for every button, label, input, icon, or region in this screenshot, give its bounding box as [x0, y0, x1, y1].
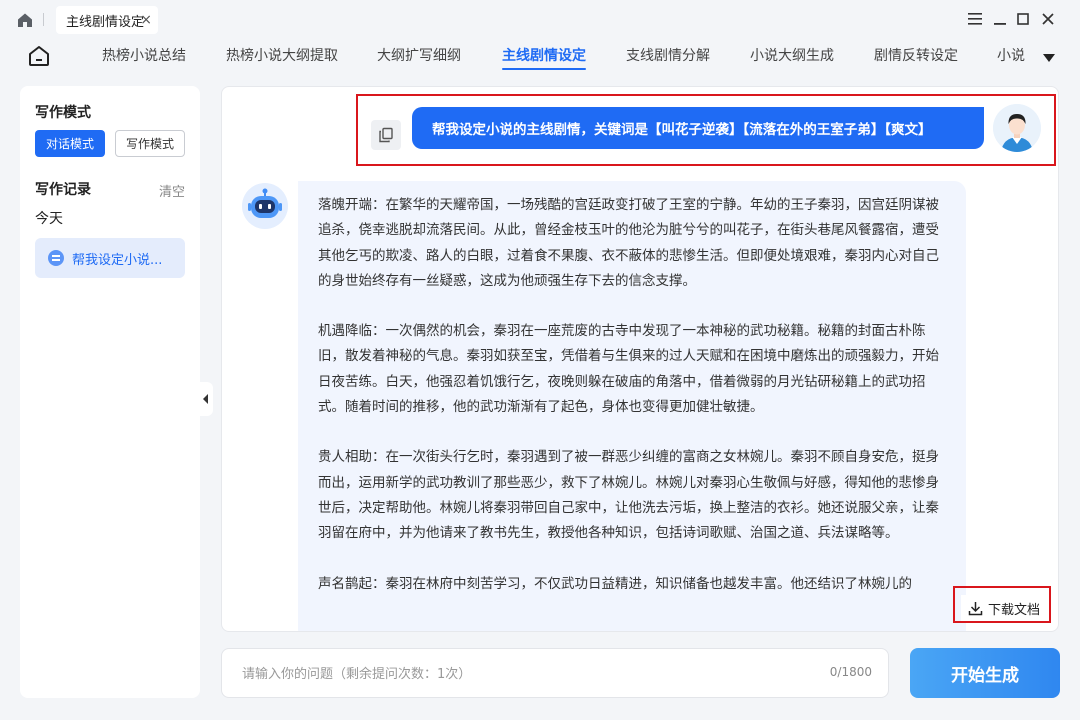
chat-bubble-icon: [48, 250, 64, 266]
write-mode-button[interactable]: 写作模式: [115, 130, 185, 157]
home-icon[interactable]: [27, 44, 51, 68]
tab-outline-expand[interactable]: 大纲扩写细纲: [377, 46, 461, 70]
tab-main-plot[interactable]: 主线剧情设定: [502, 46, 586, 70]
feature-nav: 热榜小说总结 热榜小说大纲提取 大纲扩写细纲 主线剧情设定 支线剧情分解 小说大…: [0, 38, 1080, 78]
chat-mode-button[interactable]: 对话模式: [35, 130, 105, 157]
assistant-avatar: [242, 183, 288, 229]
chat-panel: 帮我设定小说的主线剧情，关键词是【叫花子逆袭】【流落在外的王室子弟】【爽文】 落…: [221, 86, 1059, 632]
close-tab-icon[interactable]: ×: [140, 12, 152, 28]
writing-mode-title: 写作模式: [35, 105, 91, 121]
home-icon[interactable]: [16, 11, 34, 29]
highlight-box-user-message: [356, 94, 1056, 166]
sidebar: 写作模式 对话模式 写作模式 写作记录 清空 今天 帮我设定小说...: [20, 86, 200, 698]
assistant-answer: 落魄开端：在繁华的天耀帝国，一场残酷的宫廷政变打破了王室的宁静。年幼的王子秦羽，…: [298, 181, 966, 631]
highlight-box-download: [953, 586, 1051, 623]
tab-subplot[interactable]: 支线剧情分解: [626, 46, 710, 70]
tab-more-novel[interactable]: 小说: [997, 46, 1025, 70]
nav-tabs: 热榜小说总结 热榜小说大纲提取 大纲扩写细纲 主线剧情设定 支线剧情分解 小说大…: [84, 38, 1030, 78]
question-input[interactable]: [242, 663, 802, 685]
history-item[interactable]: 帮我设定小说...: [35, 238, 185, 278]
document-tab-label: 主线剧情设定: [66, 14, 145, 30]
start-generate-button[interactable]: 开始生成: [910, 648, 1060, 698]
title-bar: 主线剧情设定 ×: [0, 0, 1080, 38]
history-item-label: 帮我设定小说...: [72, 252, 163, 268]
tab-novel-outline[interactable]: 小说大纲生成: [750, 46, 834, 70]
document-tab[interactable]: 主线剧情设定 ×: [56, 6, 158, 34]
answer-paragraph: 机遇降临：一次偶然的机会，秦羽在一座荒废的古寺中发现了一本神秘的武功秘籍。秘籍的…: [318, 323, 939, 416]
history-group-today: 今天: [35, 211, 63, 227]
answer-paragraph: 贵人相助：在一次街头行乞时，秦羽遇到了被一群恶少纠缠的富商之女林婉儿。秦羽不顾自…: [318, 449, 939, 542]
question-input-box: 0/1800: [221, 648, 889, 698]
char-counter: 0/1800: [829, 665, 872, 679]
collapse-sidebar-handle[interactable]: [199, 382, 213, 416]
history-title: 写作记录: [35, 182, 91, 198]
clear-history-button[interactable]: 清空: [159, 181, 185, 200]
tab-hot-novel-summary[interactable]: 热榜小说总结: [102, 46, 186, 70]
chevron-left-icon: [203, 394, 208, 404]
tab-hot-novel-outline[interactable]: 热榜小说大纲提取: [226, 46, 338, 70]
title-separator: [43, 13, 44, 26]
maximize-icon[interactable]: [1013, 9, 1033, 29]
minimize-icon[interactable]: [990, 9, 1010, 29]
close-window-icon[interactable]: [1038, 9, 1058, 29]
answer-paragraph: 声名鹊起：秦羽在林府中刻苦学习，不仅武功日益精进，知识储备也越发丰富。他还结识了…: [318, 575, 912, 592]
chevron-down-icon[interactable]: [1042, 51, 1056, 62]
menu-icon[interactable]: [965, 9, 985, 29]
answer-paragraph: 落魄开端：在繁华的天耀帝国，一场残酷的宫廷政变打破了王室的宁静。年幼的王子秦羽，…: [318, 197, 939, 289]
tab-plot-twist[interactable]: 剧情反转设定: [874, 46, 958, 70]
